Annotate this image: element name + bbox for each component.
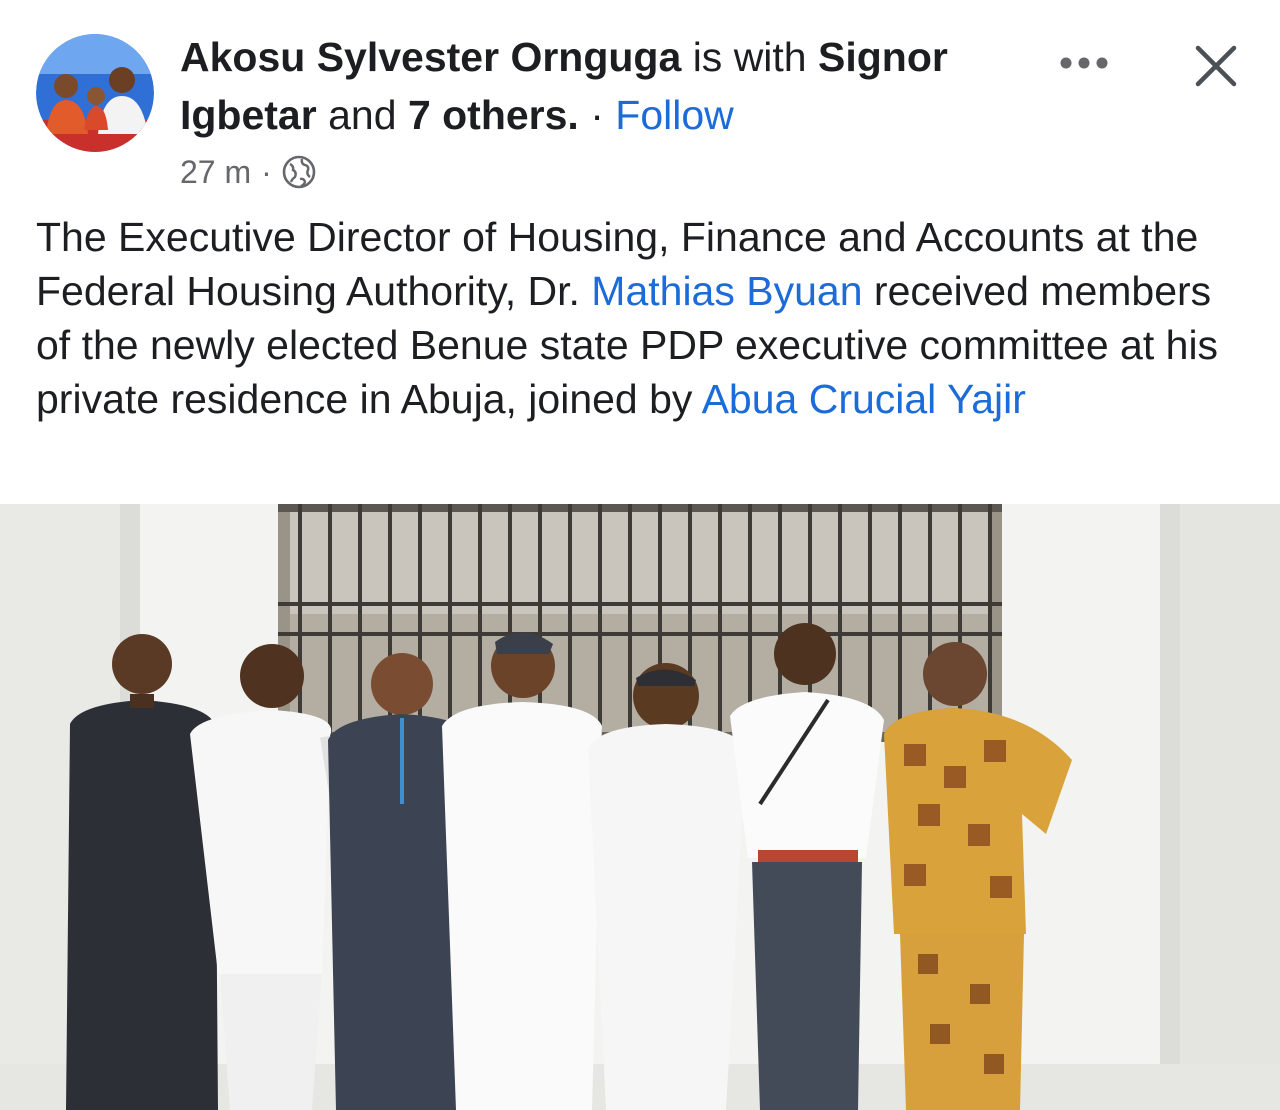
- post-header: Akosu Sylvester Ornguga is with Signor I…: [180, 28, 1040, 144]
- post-photo[interactable]: [0, 504, 1280, 1110]
- more-options-button[interactable]: [1052, 46, 1116, 80]
- post-text: The Executive Director of Housing, Finan…: [36, 210, 1236, 426]
- and-text: and: [328, 92, 397, 138]
- author-name[interactable]: Akosu Sylvester Ornguga: [180, 34, 681, 80]
- mention-link[interactable]: Abua Crucial Yajir: [702, 376, 1026, 422]
- globe-icon[interactable]: [282, 155, 316, 189]
- group-photo-image: [0, 504, 1280, 1110]
- meta-separator: ·: [261, 153, 272, 190]
- post-meta: 27 m ·: [180, 150, 316, 194]
- facebook-post: Akosu Sylvester Ornguga is with Signor I…: [0, 0, 1280, 1110]
- author-avatar[interactable]: [36, 34, 154, 152]
- mention-link[interactable]: Mathias Byuan: [591, 268, 862, 314]
- with-text: is with: [692, 34, 807, 80]
- header-dot: ·: [590, 92, 604, 138]
- close-button[interactable]: [1184, 34, 1248, 98]
- close-icon: [1195, 45, 1237, 87]
- tagged-others[interactable]: 7 others.: [408, 92, 579, 138]
- avatar-image: [36, 34, 154, 152]
- follow-button[interactable]: Follow: [615, 92, 733, 138]
- post-time[interactable]: 27 m: [180, 154, 251, 191]
- more-horizontal-icon: [1060, 57, 1108, 69]
